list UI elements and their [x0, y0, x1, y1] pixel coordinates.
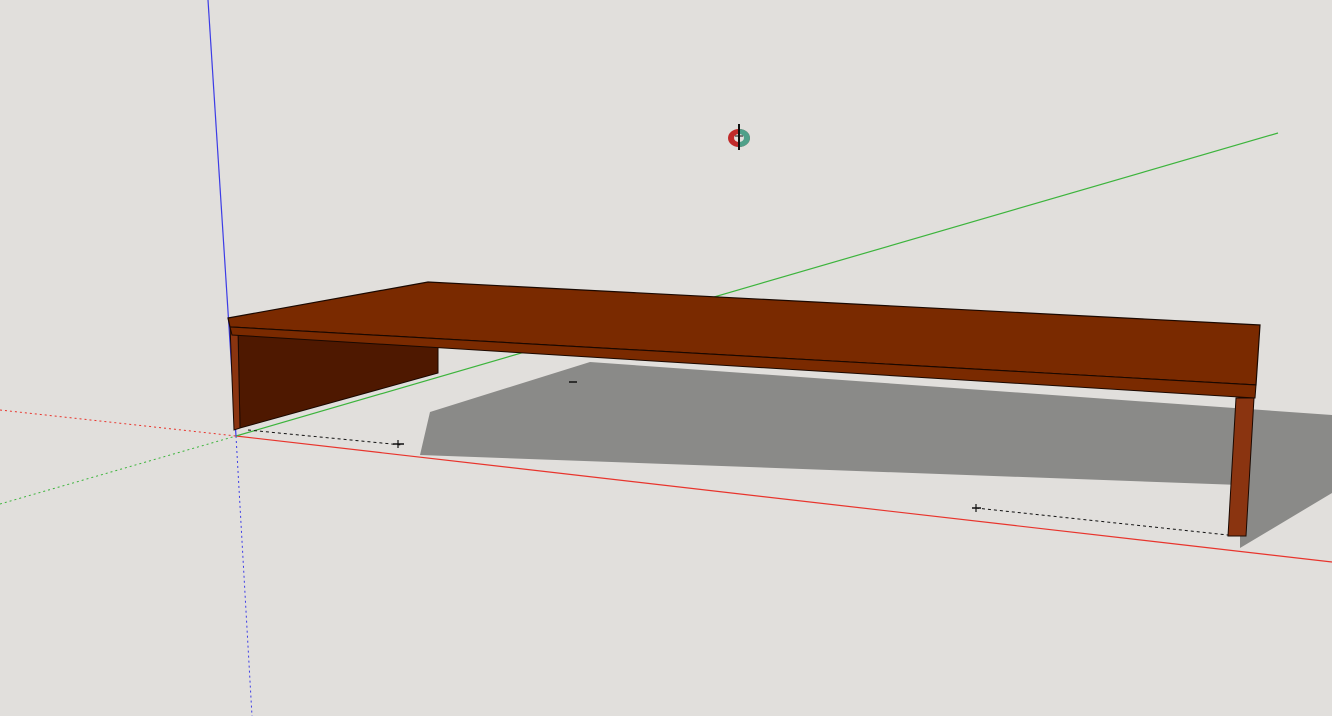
guide-point-icon — [393, 440, 404, 448]
red-axis-negative — [0, 409, 237, 437]
blue-axis-negative — [235, 435, 253, 716]
3d-modeling-viewport[interactable] — [0, 0, 1332, 716]
orbit-icon[interactable] — [728, 124, 750, 150]
inference-guide-line-right — [975, 507, 1229, 536]
inference-guide-line-left — [247, 429, 403, 446]
table-left-side-front — [229, 325, 241, 431]
green-axis-negative — [0, 435, 237, 505]
scene-canvas[interactable] — [0, 0, 1332, 716]
guide-point-icon — [972, 504, 981, 512]
